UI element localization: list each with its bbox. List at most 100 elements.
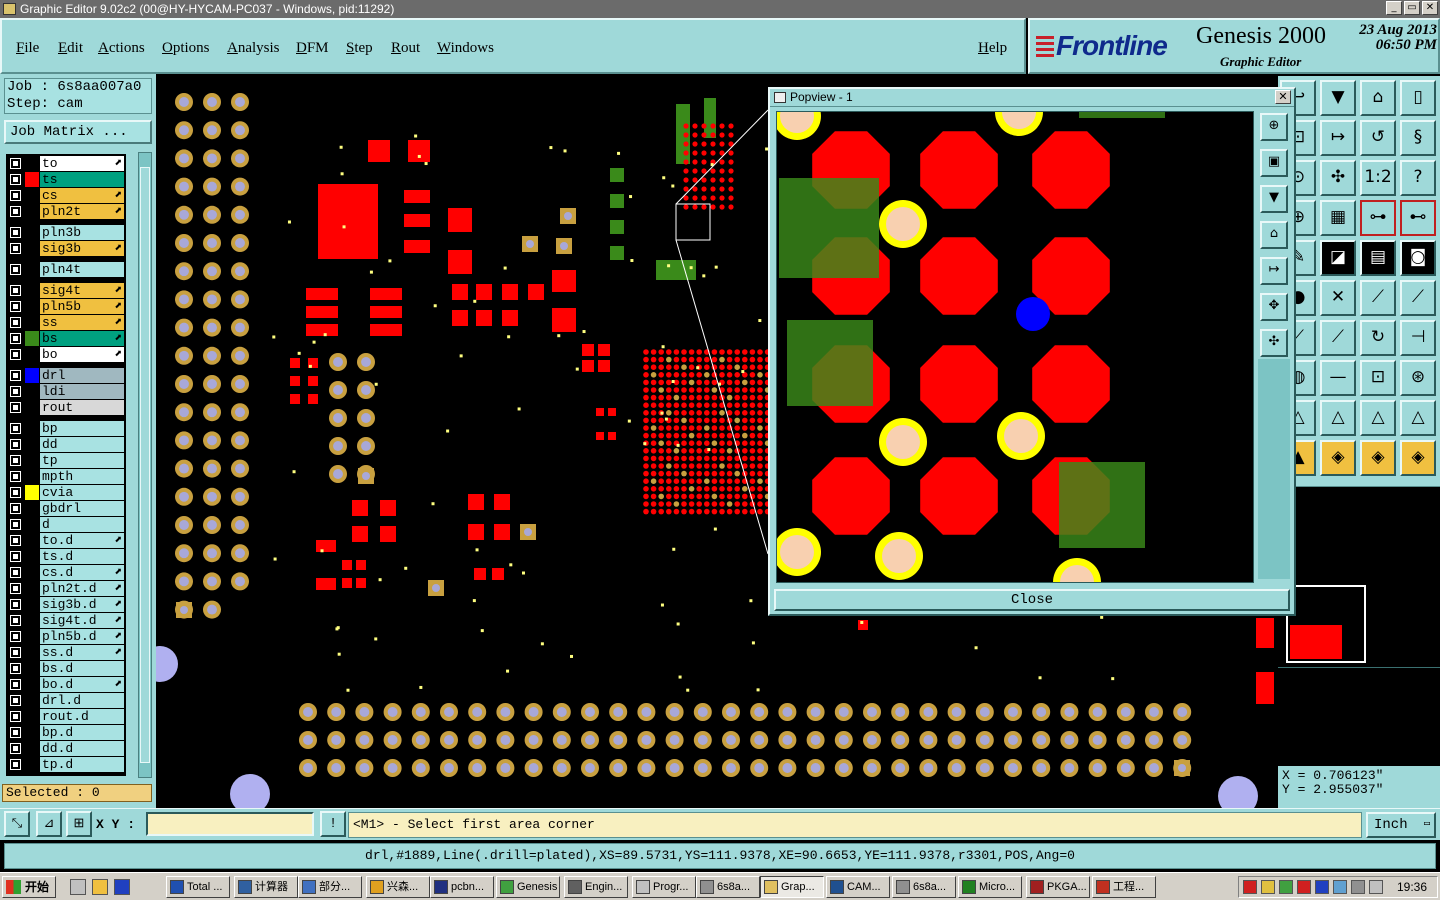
layer-row[interactable]: mpth	[6, 469, 124, 484]
tool-select-b-icon[interactable]: ◈	[1360, 440, 1396, 476]
layer-row[interactable]: dd	[6, 437, 124, 452]
layer-checkbox[interactable]	[10, 759, 21, 770]
layer-color-swatch[interactable]	[25, 299, 39, 314]
tool-help-icon[interactable]: ?	[1400, 160, 1436, 196]
layer-checkbox[interactable]	[10, 439, 21, 450]
layer-row[interactable]: ts	[6, 172, 124, 187]
layer-name[interactable]: to.d	[40, 533, 124, 548]
taskbar-item[interactable]: 6s8a...	[892, 876, 956, 898]
taskbar-item[interactable]: Progr...	[632, 876, 696, 898]
layer-checkbox[interactable]	[10, 243, 21, 254]
tool-mark-icon[interactable]: ◪	[1320, 240, 1356, 276]
layer-color-swatch[interactable]	[25, 677, 39, 692]
layer-row[interactable]: sig4t.d ⬈	[6, 613, 124, 628]
layer-color-swatch[interactable]	[25, 565, 39, 580]
layer-row[interactable]: to.d ⬈	[6, 533, 124, 548]
layer-checkbox[interactable]	[10, 711, 21, 722]
layer-row[interactable]: rout.d	[6, 709, 124, 724]
tool-cluster-icon[interactable]: ⊛	[1400, 360, 1436, 396]
layer-row[interactable]: drl	[6, 368, 124, 383]
layer-name[interactable]: rout	[40, 400, 124, 415]
tool-line-a-icon[interactable]: ⟋	[1360, 280, 1396, 316]
layer-checkbox[interactable]	[10, 227, 21, 238]
layer-color-swatch[interactable]	[25, 613, 39, 628]
taskbar-item[interactable]: Engin...	[564, 876, 628, 898]
popview-export-icon[interactable]: ↦	[1260, 257, 1288, 285]
layer-color-swatch[interactable]	[25, 241, 39, 256]
tool-tri-d-icon[interactable]: △	[1400, 400, 1436, 436]
layer-name[interactable]: sig3b	[40, 241, 124, 256]
layer-row[interactable]: gbdrl	[6, 501, 124, 516]
layer-checkbox[interactable]	[10, 158, 21, 169]
layer-color-swatch[interactable]	[25, 368, 39, 383]
popview-save-icon[interactable]: ▼	[1260, 185, 1288, 213]
layer-color-swatch[interactable]	[25, 156, 39, 171]
layer-color-swatch[interactable]	[25, 517, 39, 532]
layer-name[interactable]: sig4t.d	[40, 613, 124, 628]
layer-color-swatch[interactable]	[25, 453, 39, 468]
layer-row[interactable]: bs.d	[6, 661, 124, 676]
layer-row[interactable]: cvia	[6, 485, 124, 500]
tool-home-icon[interactable]: ⌂	[1360, 80, 1396, 116]
layer-color-swatch[interactable]	[25, 533, 39, 548]
measure-icon[interactable]: ⊿	[36, 811, 62, 837]
layer-row[interactable]: ss.d ⬈	[6, 645, 124, 660]
volume-icon[interactable]	[1369, 880, 1383, 894]
taskbar-item[interactable]: Grap...	[760, 876, 824, 898]
maximize-button[interactable]: ▭	[1404, 1, 1420, 15]
layer-color-swatch[interactable]	[25, 645, 39, 660]
layer-checkbox[interactable]	[10, 519, 21, 530]
layer-color-swatch[interactable]	[25, 204, 39, 219]
layer-color-swatch[interactable]	[25, 331, 39, 346]
layer-scroll-thumb[interactable]	[140, 167, 150, 763]
layer-name[interactable]: bs.d	[40, 661, 124, 676]
popview-zoom-view[interactable]	[777, 112, 1254, 583]
layer-checkbox[interactable]	[10, 679, 21, 690]
tool-text-icon[interactable]: §	[1400, 120, 1436, 156]
layer-color-swatch[interactable]	[25, 283, 39, 298]
layer-color-swatch[interactable]	[25, 757, 39, 772]
layer-name[interactable]: pln5b.d	[40, 629, 124, 644]
grid-icon[interactable]: ⊞	[66, 811, 92, 837]
layer-checkbox[interactable]	[10, 423, 21, 434]
tool-arc-icon[interactable]: ↻	[1360, 320, 1396, 356]
layer-color-swatch[interactable]	[25, 437, 39, 452]
layer-checkbox[interactable]	[10, 370, 21, 381]
layer-name[interactable]: pln3b	[40, 225, 124, 240]
taskbar-item[interactable]: CAM...	[826, 876, 890, 898]
info-icon[interactable]: !	[320, 811, 346, 837]
layer-name[interactable]: ts	[40, 172, 124, 187]
layer-color-swatch[interactable]	[25, 384, 39, 399]
layer-name[interactable]: dd	[40, 437, 124, 452]
popview-close-icon[interactable]: ✕	[1275, 90, 1291, 104]
layer-color-swatch[interactable]	[25, 629, 39, 644]
language-icon[interactable]	[1315, 880, 1329, 894]
tool-route-icon[interactable]: ◈	[1400, 440, 1436, 476]
layer-color-swatch[interactable]	[25, 693, 39, 708]
popview-zoom-in-icon[interactable]: ⊕	[1260, 113, 1288, 141]
popview-scrollbar[interactable]	[1258, 359, 1290, 579]
layer-color-swatch[interactable]	[25, 661, 39, 676]
layer-row[interactable]: to ⬈	[6, 156, 124, 171]
layer-row[interactable]: bo ⬈	[6, 347, 124, 362]
taskbar-item[interactable]: 工程...	[1092, 876, 1156, 898]
layer-checkbox[interactable]	[10, 615, 21, 626]
layer-color-swatch[interactable]	[25, 485, 39, 500]
tool-ruler-icon[interactable]: ▤	[1360, 240, 1396, 276]
tool-cross-icon[interactable]: ✕	[1320, 280, 1356, 316]
taskbar-item[interactable]: 6s8a...	[696, 876, 760, 898]
units-select[interactable]: Inch ▭	[1366, 812, 1436, 838]
overview-map[interactable]	[1278, 486, 1440, 766]
layer-name[interactable]: d	[40, 517, 124, 532]
layer-row[interactable]: ts.d	[6, 549, 124, 564]
tool-connect-icon[interactable]: ⊶	[1360, 200, 1396, 236]
popview-close-button[interactable]: Close	[774, 589, 1290, 611]
layer-row[interactable]: tp.d	[6, 757, 124, 772]
layer-row[interactable]: pln5b.d ⬈	[6, 629, 124, 644]
popview-fit-icon[interactable]: ✥	[1260, 293, 1288, 321]
popview-home-icon[interactable]: ⌂	[1260, 221, 1288, 249]
layer-checkbox[interactable]	[10, 206, 21, 217]
layer-checkbox[interactable]	[10, 301, 21, 312]
layer-checkbox[interactable]	[10, 455, 21, 466]
tool-grid-icon[interactable]: ▦	[1320, 200, 1356, 236]
